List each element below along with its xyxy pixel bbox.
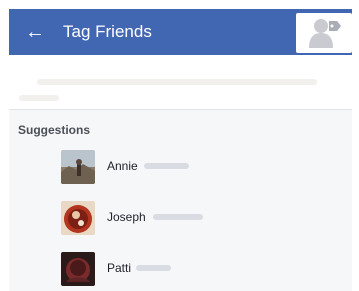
app-header: ← Tag Friends (9, 9, 352, 55)
avatar (61, 252, 95, 286)
person-tag-icon (309, 19, 341, 48)
tag-friends-screen: ← Tag Friends Suggestions Annie Joseph P… (9, 9, 352, 291)
divider (9, 109, 352, 110)
blurred-surname (136, 265, 171, 271)
search-blurred-text (37, 79, 317, 85)
friend-name: Patti (107, 261, 132, 275)
search-bar[interactable] (9, 55, 352, 109)
page-title: Tag Friends (63, 22, 152, 41)
back-arrow-icon[interactable]: ← (23, 20, 47, 44)
friend-name: Annie (107, 159, 138, 173)
blurred-surname (153, 214, 203, 220)
list-item[interactable]: Patti (9, 246, 352, 291)
search-blurred-text-2 (19, 95, 59, 101)
suggestions-heading: Suggestions (18, 123, 91, 137)
list-item[interactable]: Annie (9, 144, 352, 190)
avatar (61, 201, 95, 235)
list-item[interactable]: Joseph (9, 195, 352, 241)
friend-name: Joseph (107, 210, 146, 224)
tag-person-button[interactable] (296, 13, 352, 53)
avatar (61, 150, 95, 184)
blurred-surname (144, 163, 189, 169)
